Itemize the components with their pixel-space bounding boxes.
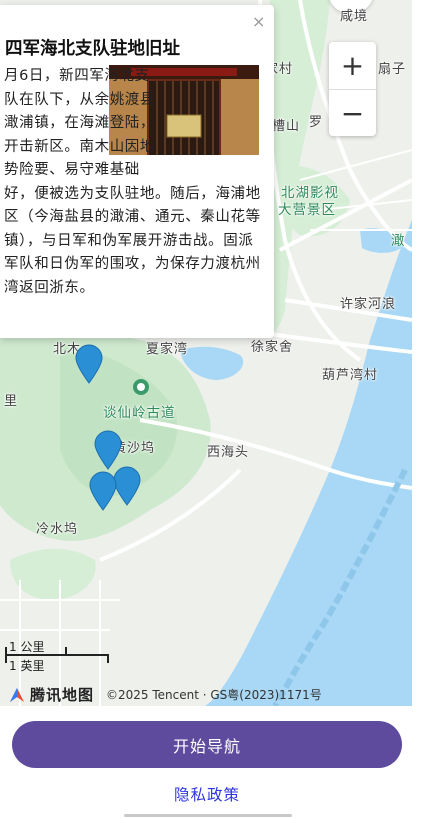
privacy-policy-link[interactable]: 隐私政策 bbox=[0, 783, 414, 805]
map-label: 许家河浪 bbox=[340, 297, 397, 312]
map-brand-name: 腾讯地图 bbox=[30, 686, 95, 704]
zoom-out-button[interactable]: − bbox=[329, 90, 376, 137]
map-copyright: ©2025 Tencent · GS粤(2023)1171号 bbox=[106, 688, 322, 702]
map-label: 扇子 bbox=[378, 62, 407, 77]
popup-title: 四军海北支队驻地旧址 bbox=[5, 39, 180, 59]
location-pin-icon[interactable] bbox=[93, 430, 123, 470]
scale-mile-label: 1 英里 bbox=[9, 659, 45, 673]
home-indicator bbox=[124, 814, 292, 817]
popup-body: 月6日，新四军海北支队在队下，从余姚渡县澉浦镇，在海滩登陆，开击新区。南木山因地… bbox=[4, 65, 268, 300]
close-icon[interactable]: × bbox=[252, 12, 265, 31]
scale-km-label: 1 公里 bbox=[9, 640, 45, 654]
scale-bar: 1 公里 1 英里 bbox=[5, 637, 115, 677]
map-label: 槽山 bbox=[272, 119, 301, 134]
map-label: 谈仙岭古道 bbox=[103, 405, 176, 421]
map-view[interactable]: 咸境 家村 扇子 槽山 罗 北湖影视 大营景区 澉 许家河浪 北木 夏家湾 徐家… bbox=[0, 0, 412, 706]
map-label: 夏家湾 bbox=[146, 342, 189, 357]
map-label: 里 bbox=[4, 394, 19, 409]
map-label: 咸境 bbox=[340, 9, 369, 24]
map-label: 大营景区 bbox=[278, 202, 336, 218]
location-pin-icon[interactable] bbox=[74, 344, 104, 384]
map-label: 葫芦湾村 bbox=[322, 368, 379, 383]
zoom-in-button[interactable]: + bbox=[329, 42, 376, 90]
map-label: 徐家舍 bbox=[251, 340, 294, 355]
start-navigation-button[interactable]: 开始导航 bbox=[12, 721, 402, 768]
zoom-control: + − bbox=[329, 42, 376, 136]
map-label: 罗 bbox=[309, 115, 324, 130]
map-label: 西海头 bbox=[207, 445, 250, 460]
map-label: 澉 bbox=[391, 233, 406, 249]
scenic-spot-icon[interactable] bbox=[132, 378, 150, 396]
tencent-map-logo-icon bbox=[10, 687, 24, 702]
info-popup: × 四军海北支队驻地旧址 月6日，新四军海北支队在队下，从余姚渡县澉浦镇，在海滩… bbox=[0, 5, 274, 338]
map-brand: 腾讯地图 bbox=[8, 684, 94, 705]
map-label: 冷水坞 bbox=[36, 522, 79, 537]
location-pin-icon[interactable] bbox=[88, 471, 118, 511]
